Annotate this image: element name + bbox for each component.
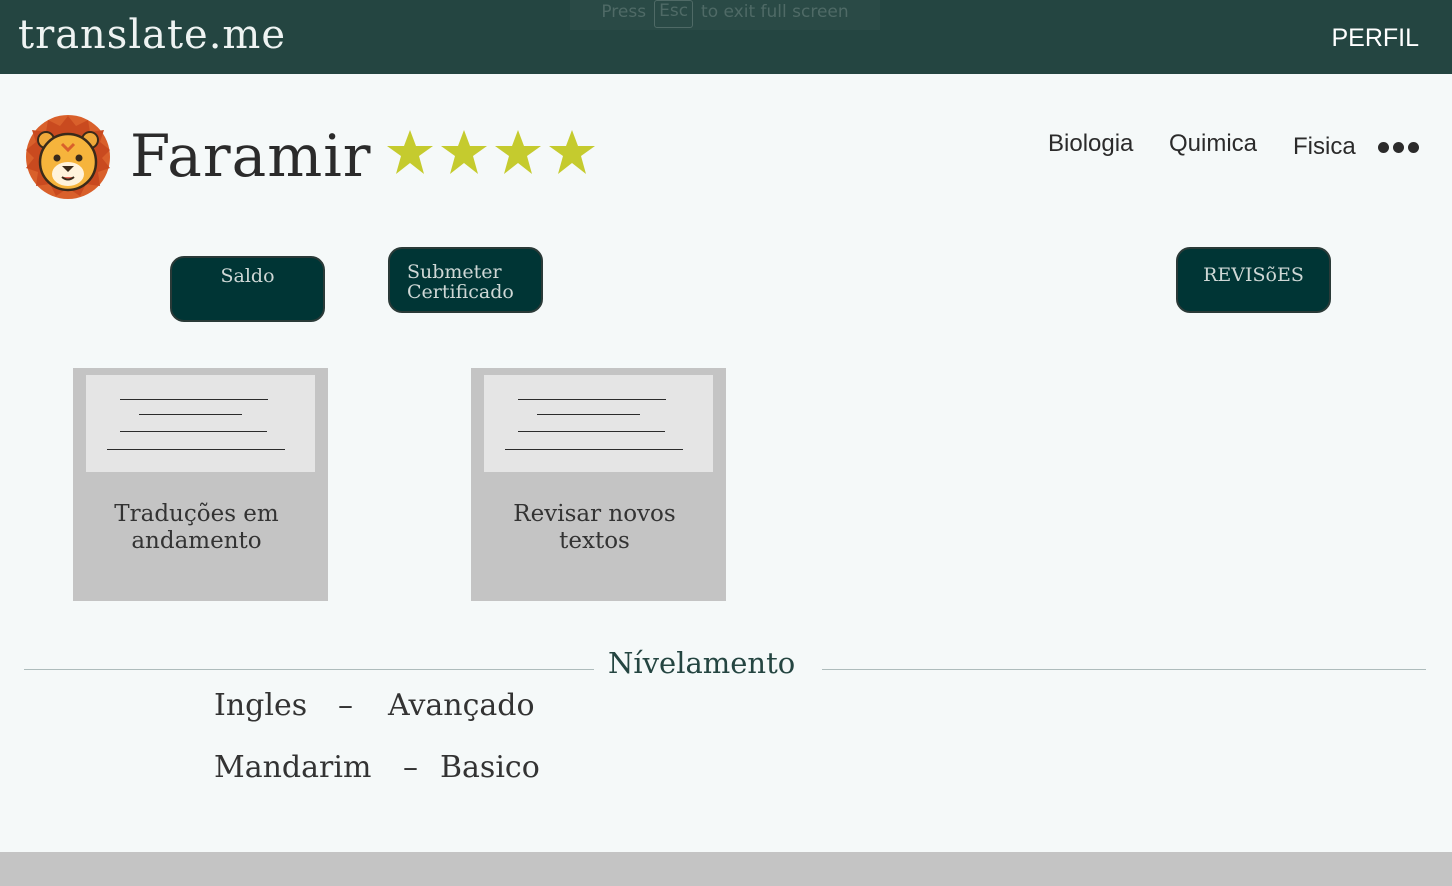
fullscreen-hint-suffix: to exit full screen	[701, 2, 849, 22]
document-icon	[86, 375, 315, 472]
saldo-label: Saldo	[220, 265, 275, 287]
card-label: Revisar novos textos	[471, 501, 718, 555]
more-dots-icon[interactable]	[1378, 142, 1419, 153]
lion-avatar-icon[interactable]	[24, 114, 112, 200]
star-icon	[495, 130, 541, 174]
subject-fisica[interactable]: Fisica	[1293, 133, 1356, 161]
submit-certificate-label-1: Submeter	[407, 261, 502, 283]
subject-biologia[interactable]: Biologia	[1048, 130, 1133, 158]
fullscreen-hint-prefix: Press	[601, 2, 647, 22]
level-separator: –	[403, 750, 418, 785]
star-icon	[387, 130, 433, 174]
dot	[1393, 142, 1404, 153]
card-label-line-1: Traduções em	[114, 501, 279, 527]
profile-name: Faramir	[130, 122, 372, 190]
revisoes-button[interactable]: REVISõES	[1176, 247, 1331, 313]
star-icon	[441, 130, 487, 174]
card-label-line-2: textos	[559, 528, 630, 554]
leveling-title: Nívelamento	[608, 646, 796, 680]
esc-key: Esc	[654, 0, 694, 28]
fullscreen-hint: Press Esc to exit full screen	[570, 0, 880, 30]
saldo-button[interactable]: Saldo	[170, 256, 325, 322]
subject-quimica[interactable]: Quimica	[1169, 130, 1257, 158]
card-review-new-texts[interactable]: Revisar novos textos	[471, 368, 726, 601]
dot	[1378, 142, 1389, 153]
card-label: Traduções em andamento	[73, 501, 320, 555]
brand-logo[interactable]: translate.me	[18, 12, 286, 58]
dot	[1408, 142, 1419, 153]
star-icon	[549, 130, 595, 174]
document-icon	[484, 375, 713, 472]
rating-stars	[386, 128, 596, 176]
level-language: Mandarim	[214, 750, 372, 785]
level-separator: –	[338, 688, 353, 723]
revisoes-label: REVISõES	[1203, 264, 1304, 286]
submit-certificate-label-2: Certificado	[407, 281, 514, 303]
top-navbar: translate.me Press Esc to exit full scre…	[0, 0, 1452, 74]
divider	[24, 669, 594, 670]
divider	[822, 669, 1426, 670]
profile-link[interactable]: PERFIL	[1331, 24, 1419, 53]
level-value: Avançado	[388, 688, 535, 723]
footer	[0, 852, 1452, 886]
submit-certificate-button[interactable]: Submeter Certificado	[388, 247, 543, 313]
card-translations-in-progress[interactable]: Traduções em andamento	[73, 368, 328, 601]
level-value: Basico	[440, 750, 540, 785]
level-language: Ingles	[214, 688, 308, 723]
card-label-line-2: andamento	[131, 528, 262, 554]
card-label-line-1: Revisar novos	[513, 501, 676, 527]
